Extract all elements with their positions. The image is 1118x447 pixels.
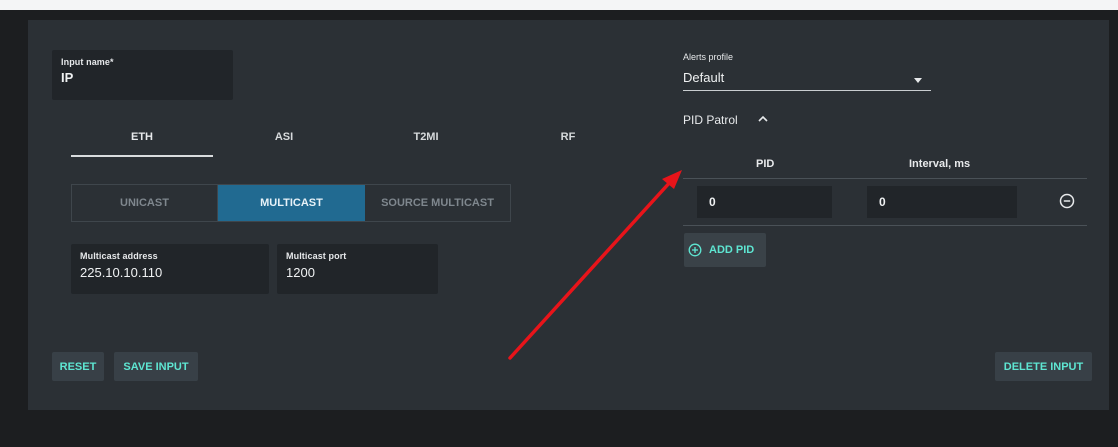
pid-column-header: PID (756, 158, 775, 170)
multicast-port-field[interactable]: Multicast port 1200 (277, 244, 438, 294)
source-multicast-option[interactable]: SOURCE MULTICAST (365, 185, 510, 221)
input-name-label: Input name* (61, 57, 114, 67)
tab-eth[interactable]: ETH (71, 124, 213, 157)
chevron-up-icon[interactable] (756, 113, 770, 125)
cast-mode-segmented-control: UNICAST MULTICAST SOURCE MULTICAST (71, 184, 511, 222)
plus-circle-icon (688, 243, 702, 257)
interval-input[interactable]: 0 (867, 186, 1017, 218)
table-row-divider (683, 225, 1087, 226)
multicast-address-field[interactable]: Multicast address 225.10.10.110 (71, 244, 269, 294)
multicast-address-label: Multicast address (80, 251, 158, 261)
add-pid-button[interactable]: ADD PID (684, 233, 766, 267)
unicast-option[interactable]: UNICAST (72, 185, 218, 221)
input-name-field[interactable]: Input name* IP (52, 50, 233, 100)
delete-input-button[interactable]: DELETE INPUT (995, 352, 1092, 381)
save-input-button[interactable]: SAVE INPUT (114, 352, 198, 381)
pid-input[interactable]: 0 (697, 186, 832, 218)
alerts-profile-label: Alerts profile (683, 52, 734, 62)
interval-column-header: Interval, ms (909, 158, 971, 170)
minus-circle-icon[interactable] (1059, 193, 1075, 209)
pid-patrol-title: PID Patrol (683, 113, 738, 127)
input-name-value: IP (61, 70, 74, 85)
multicast-option[interactable]: MULTICAST (218, 185, 365, 221)
reset-button[interactable]: RESET (52, 352, 104, 381)
table-header-divider (683, 178, 1087, 179)
alerts-profile-underline (683, 90, 931, 91)
multicast-port-value: 1200 (286, 265, 315, 280)
multicast-address-value: 225.10.10.110 (80, 265, 163, 280)
alerts-profile-select[interactable]: Default (683, 70, 724, 85)
tab-rf[interactable]: RF (497, 124, 639, 157)
active-tab-indicator (71, 155, 213, 157)
tab-t2mi[interactable]: T2MI (355, 124, 497, 157)
multicast-port-label: Multicast port (286, 251, 347, 261)
tab-asi[interactable]: ASI (213, 124, 355, 157)
add-pid-label: ADD PID (709, 244, 755, 256)
caret-down-icon[interactable] (914, 78, 922, 83)
